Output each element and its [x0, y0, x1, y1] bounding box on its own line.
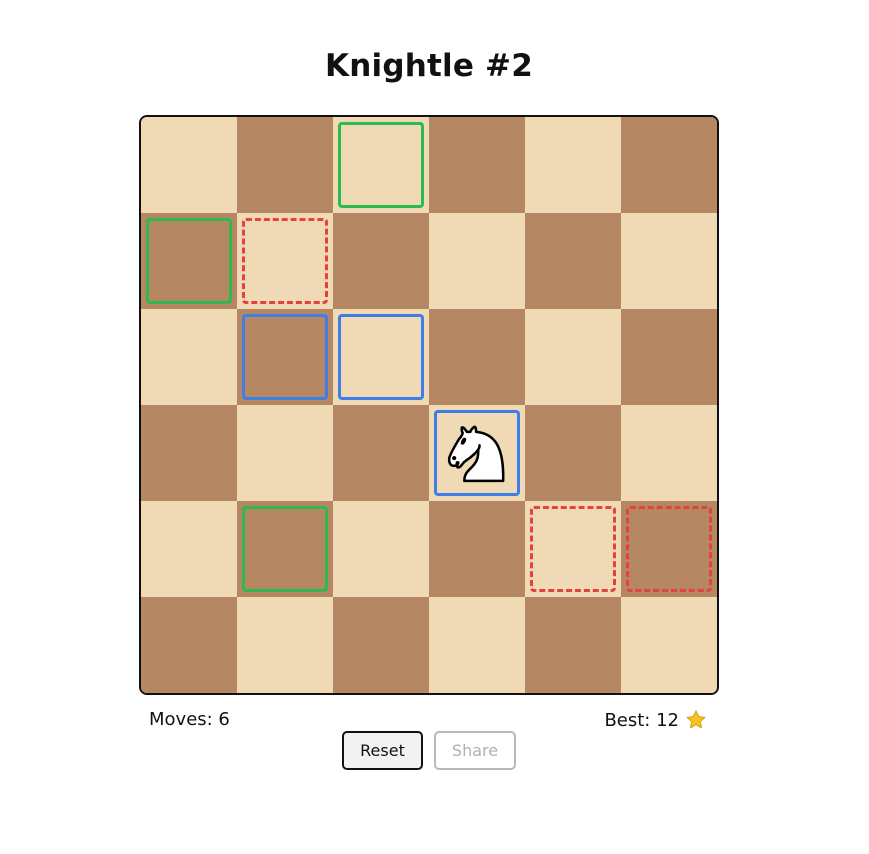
- moves-counter: Moves: 6: [149, 709, 230, 730]
- knight-piece-icon: [447, 425, 505, 483]
- red-square-marker: [242, 218, 328, 304]
- blue-square-marker: [338, 314, 424, 400]
- board-square[interactable]: [333, 309, 429, 405]
- board-square[interactable]: [621, 597, 717, 693]
- board-square[interactable]: [621, 501, 717, 597]
- board-square[interactable]: [525, 117, 621, 213]
- page-title: Knightle #2: [325, 48, 533, 84]
- blue-square-marker: [242, 314, 328, 400]
- action-buttons: Reset Share: [342, 731, 516, 770]
- board-square[interactable]: [525, 597, 621, 693]
- board-square[interactable]: [621, 309, 717, 405]
- board-square[interactable]: [141, 501, 237, 597]
- board-square[interactable]: [141, 117, 237, 213]
- board-square[interactable]: [237, 597, 333, 693]
- board-square[interactable]: [429, 213, 525, 309]
- board-square[interactable]: [141, 597, 237, 693]
- green-square-marker: [146, 218, 232, 304]
- green-square-marker: [242, 506, 328, 592]
- board-square[interactable]: [525, 501, 621, 597]
- board-square[interactable]: [141, 405, 237, 501]
- board-square[interactable]: [237, 309, 333, 405]
- board-square[interactable]: [621, 117, 717, 213]
- board-square[interactable]: [333, 501, 429, 597]
- board-square[interactable]: [237, 213, 333, 309]
- best-score: Best: 12: [604, 709, 707, 731]
- green-square-marker: [338, 122, 424, 208]
- board-square[interactable]: [333, 405, 429, 501]
- board-square[interactable]: [429, 309, 525, 405]
- board-square[interactable]: [429, 501, 525, 597]
- star-icon: [686, 710, 706, 729]
- board-square[interactable]: [237, 405, 333, 501]
- best-score-label: Best: 12: [604, 709, 679, 731]
- board-square[interactable]: [333, 597, 429, 693]
- reset-button[interactable]: Reset: [342, 731, 423, 770]
- share-button[interactable]: Share: [434, 731, 516, 770]
- board-square[interactable]: [621, 213, 717, 309]
- board-square[interactable]: [141, 309, 237, 405]
- board-square[interactable]: [525, 309, 621, 405]
- chess-board[interactable]: [139, 115, 719, 695]
- board-square[interactable]: [333, 213, 429, 309]
- red-square-marker: [530, 506, 616, 592]
- board-square[interactable]: [333, 117, 429, 213]
- board-square[interactable]: [429, 117, 525, 213]
- board-square[interactable]: [429, 597, 525, 693]
- board-square[interactable]: [429, 405, 525, 501]
- board-square[interactable]: [525, 405, 621, 501]
- board-square[interactable]: [237, 117, 333, 213]
- board-square[interactable]: [237, 501, 333, 597]
- red-square-marker: [626, 506, 712, 592]
- board-square[interactable]: [141, 213, 237, 309]
- board-square[interactable]: [525, 213, 621, 309]
- board-square[interactable]: [621, 405, 717, 501]
